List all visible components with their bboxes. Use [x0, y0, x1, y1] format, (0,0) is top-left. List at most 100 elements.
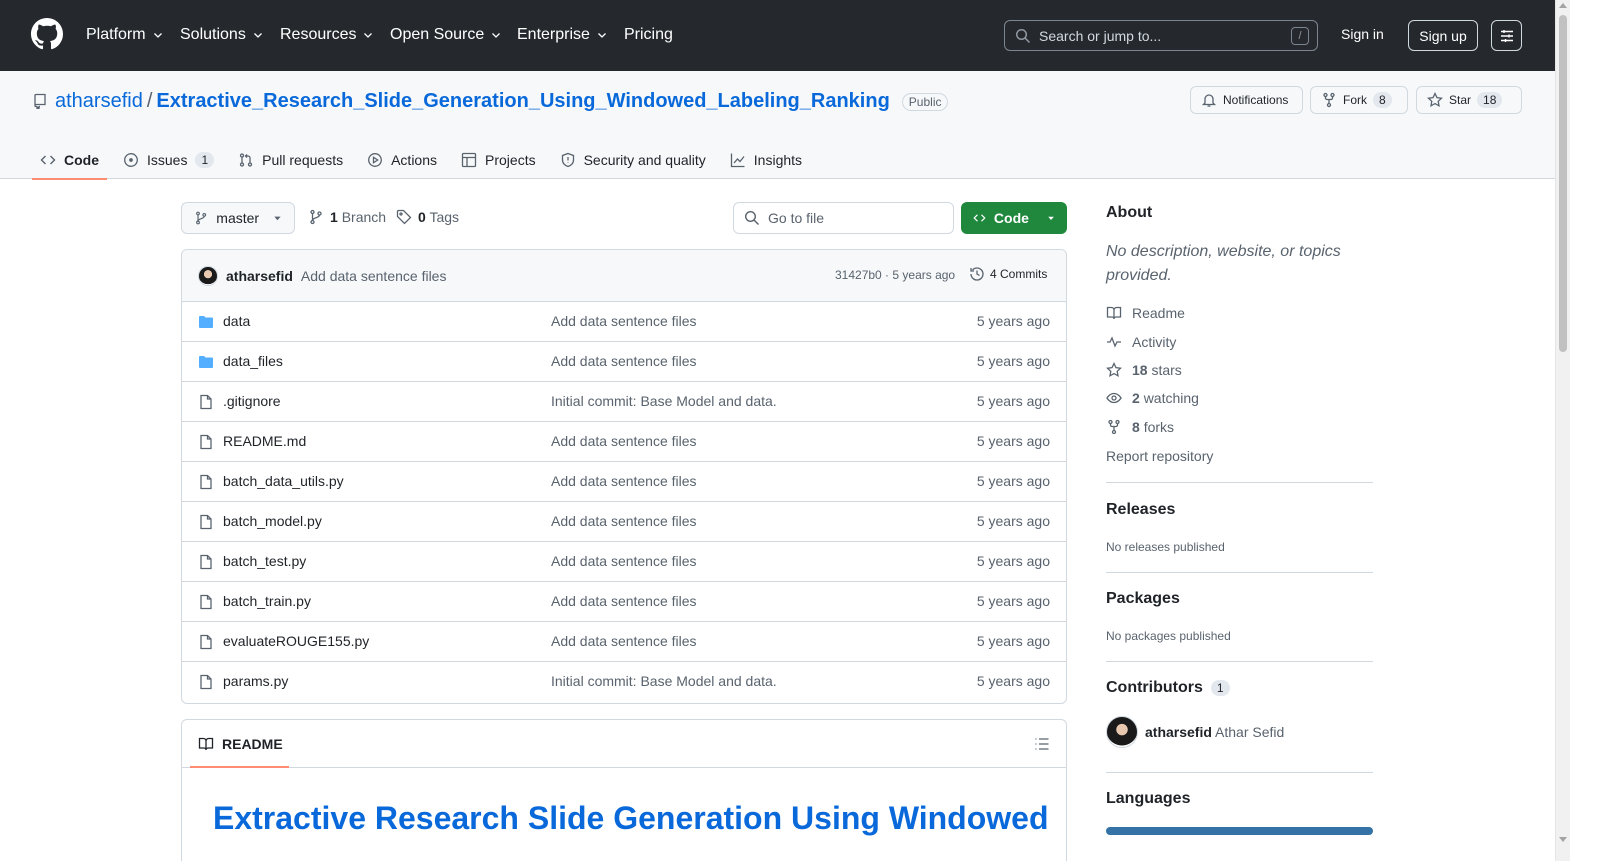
- search-input[interactable]: Search or jump to... /: [1004, 20, 1318, 51]
- file-row[interactable]: batch_model.py Add data sentence files 5 y…: [182, 502, 1066, 542]
- commits-history-link[interactable]: 4 Commits: [969, 266, 1047, 282]
- commit-author-link[interactable]: atharsefid: [226, 268, 293, 284]
- avatar[interactable]: [1106, 716, 1138, 748]
- repo-tabs: Code Issues 1 Pull requests Actions Proj…: [32, 141, 818, 180]
- nav-open-source-label: Open Source: [390, 26, 485, 43]
- contributors-title: Contributors: [1106, 679, 1203, 696]
- tab-pull-requests[interactable]: Pull requests: [230, 141, 351, 179]
- menu-button[interactable]: [1491, 20, 1522, 51]
- releases-empty: No releases published: [1106, 540, 1225, 554]
- file-row[interactable]: batch_data_utils.py Add data sentence fil…: [182, 462, 1066, 502]
- branches-link[interactable]: 1 Branch: [308, 209, 386, 225]
- tab-issues[interactable]: Issues 1: [115, 141, 222, 179]
- sign-in-link[interactable]: Sign in: [1341, 26, 1384, 42]
- file-commit-link[interactable]: Initial commit: Base Model and data.: [551, 393, 777, 409]
- notifications-label: Notifications: [1223, 93, 1289, 107]
- readme-panel: README Extractive Research Slide Generat…: [181, 719, 1067, 861]
- avatar[interactable]: [198, 265, 218, 286]
- nav-enterprise[interactable]: Enterprise: [517, 24, 608, 46]
- file-name-link[interactable]: evaluateROUGE155.py: [223, 633, 369, 649]
- contributors-header[interactable]: Contributors 1: [1106, 679, 1373, 697]
- releases-title[interactable]: Releases: [1106, 501, 1373, 519]
- file-row[interactable]: evaluateROUGE155.py Add data sentence fil…: [182, 622, 1066, 662]
- file-name-link[interactable]: batch_model.py: [223, 513, 322, 529]
- branch-select[interactable]: master: [181, 202, 295, 234]
- repo-name-link[interactable]: Extractive_Research_Slide_Generation_Usi…: [156, 90, 889, 113]
- file-name-link[interactable]: batch_train.py: [223, 593, 311, 609]
- file-commit-link[interactable]: Initial commit: Base Model and data.: [551, 673, 777, 689]
- file-commit-link[interactable]: Add data sentence files: [551, 513, 697, 529]
- tab-insights[interactable]: Insights: [722, 141, 810, 179]
- watching-link[interactable]: 2 watching: [1106, 390, 1199, 406]
- file-commit-link[interactable]: Add data sentence files: [551, 473, 697, 489]
- repo-separator: /: [146, 90, 153, 112]
- readme-header: README: [182, 720, 1066, 768]
- report-repository-link[interactable]: Report repository: [1106, 448, 1213, 464]
- nav-platform[interactable]: Platform: [86, 24, 164, 46]
- file-icon: [200, 434, 212, 450]
- nav-solutions[interactable]: Solutions: [180, 24, 264, 46]
- star-button[interactable]: Star 18: [1416, 86, 1522, 114]
- activity-link[interactable]: Activity: [1106, 334, 1176, 350]
- file-commit-link[interactable]: Add data sentence files: [551, 433, 697, 449]
- file-name-link[interactable]: params.py: [223, 673, 288, 689]
- file-commit-link[interactable]: Add data sentence files: [551, 313, 697, 329]
- tab-actions[interactable]: Actions: [359, 141, 445, 179]
- file-row[interactable]: params.py Initial commit: Base Model and …: [182, 662, 1066, 702]
- go-to-file-input[interactable]: Go to file: [733, 202, 954, 234]
- commit-hash-link[interactable]: 31427b0 · 5 years ago: [835, 268, 955, 282]
- nav-resources[interactable]: Resources: [280, 24, 374, 46]
- file-row[interactable]: .gitignore Initial commit: Base Model and…: [182, 382, 1066, 422]
- file-commit-link[interactable]: Add data sentence files: [551, 593, 697, 609]
- nav-open-source[interactable]: Open Source: [390, 24, 502, 46]
- packages-title[interactable]: Packages: [1106, 590, 1373, 608]
- file-commit-link[interactable]: Add data sentence files: [551, 633, 697, 649]
- file-row[interactable]: README.md Add data sentence files 5 years …: [182, 422, 1066, 462]
- tags-link[interactable]: 0 Tags: [396, 209, 459, 225]
- stars-link[interactable]: 18 stars: [1106, 362, 1182, 378]
- code-dropdown-button[interactable]: Code: [961, 202, 1067, 234]
- chevron-down-icon: [153, 33, 162, 38]
- activity-link-label: Activity: [1132, 334, 1177, 350]
- scrollbar-thumb[interactable]: [1559, 15, 1567, 352]
- fork-button[interactable]: Fork 8: [1310, 86, 1408, 114]
- github-logo-icon[interactable]: [31, 18, 63, 50]
- scrollbar[interactable]: [1555, 0, 1570, 861]
- file-name-link[interactable]: README.md: [223, 433, 306, 449]
- readme-link[interactable]: Readme: [1106, 305, 1185, 321]
- tab-security[interactable]: Security and quality: [552, 141, 714, 179]
- file-commit-link[interactable]: Add data sentence files: [551, 353, 697, 369]
- forks-link[interactable]: 8 forks: [1106, 419, 1174, 435]
- file-name-link[interactable]: data: [223, 313, 250, 329]
- file-icon-wrap: [198, 394, 214, 410]
- file-row[interactable]: data Add data sentence files 5 years ago: [182, 302, 1066, 342]
- branch-icon: [196, 211, 207, 225]
- file-row[interactable]: batch_test.py Add data sentence files 5 ye…: [182, 542, 1066, 582]
- commit-message-link[interactable]: Add data sentence files: [301, 268, 447, 284]
- contributor-link[interactable]: atharsefid Athar Sefid: [1145, 724, 1284, 740]
- file-name-link[interactable]: batch_data_utils.py: [223, 473, 344, 489]
- readme-tab[interactable]: README: [222, 736, 283, 752]
- chevron-down-icon: [597, 33, 606, 38]
- scroll-down-arrow-icon[interactable]: [1559, 837, 1567, 842]
- nav-pricing[interactable]: Pricing: [624, 24, 673, 46]
- sign-up-button[interactable]: Sign up: [1408, 20, 1478, 51]
- file-row[interactable]: batch_train.py Add data sentence files 5 y…: [182, 582, 1066, 622]
- file-name-link[interactable]: batch_test.py: [223, 553, 306, 569]
- scroll-up-arrow-icon[interactable]: [1559, 3, 1567, 8]
- file-commit-link[interactable]: Add data sentence files: [551, 553, 697, 569]
- tab-actions-label: Actions: [391, 152, 438, 168]
- tag-icon: [396, 209, 412, 225]
- list-icon[interactable]: [1034, 736, 1050, 752]
- tab-code[interactable]: Code: [32, 141, 107, 180]
- tab-projects[interactable]: Projects: [453, 141, 544, 179]
- repo-icon: [34, 93, 46, 109]
- file-row[interactable]: data_files Add data sentence files 5 years…: [182, 342, 1066, 382]
- notifications-button[interactable]: Notifications: [1190, 86, 1303, 114]
- repo-owner-link[interactable]: atharsefid: [55, 90, 143, 113]
- fork-label: Fork: [1343, 93, 1367, 107]
- file-name-link[interactable]: .gitignore: [223, 393, 281, 409]
- tab-projects-label: Projects: [485, 152, 536, 168]
- tab-code-label: Code: [64, 152, 99, 168]
- file-name-link[interactable]: data_files: [223, 353, 283, 369]
